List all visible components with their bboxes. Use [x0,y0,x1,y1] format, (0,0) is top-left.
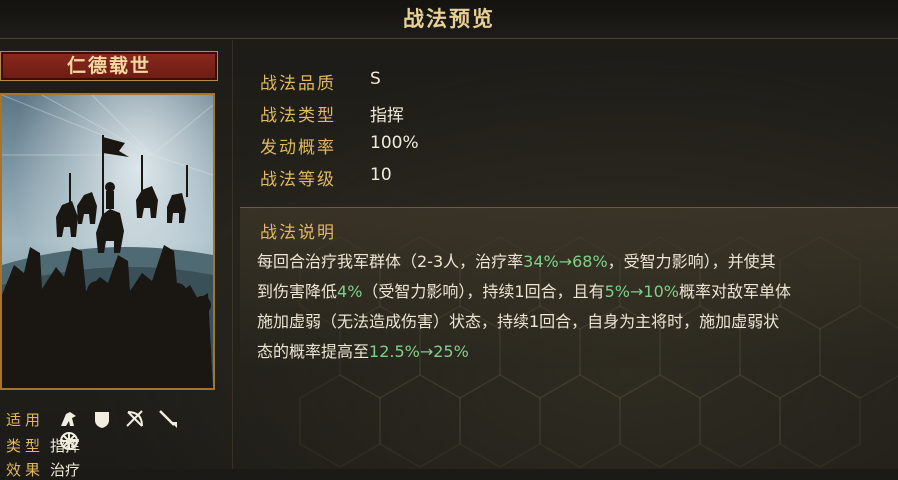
description-line: 施加虚弱（无法造成伤害）状态，持续1回合，自身为主将时，施加虚弱状 [257,308,779,332]
meta-value: 指挥 [50,437,81,455]
card-meta-type: 类型 指挥 [6,435,80,456]
attr-trigger-rate: 发动概率 100% [260,133,419,159]
description-text: （受智力影响），持续1回合，且有 [362,282,605,301]
description-text: 到伤害降低 [257,282,338,301]
meta-key: 类型 [6,437,45,455]
spear-icon [157,408,179,430]
attr-value: S [370,69,381,89]
attr-key: 战法品质 [260,74,336,94]
attr-key: 发动概率 [260,138,336,158]
skill-name-banner: 仁德载世 [0,51,218,81]
troop-type-icons [58,408,198,450]
description-highlight: 4% [337,282,363,301]
card-meta-effect: 效果 治疗 [6,459,80,480]
attr-key: 战法等级 [260,170,336,190]
card-meta-applicable: 适用 [6,409,44,430]
description-highlight: 34%→68% [523,252,608,271]
skill-artwork [0,93,215,390]
attr-key: 战法类型 [260,106,336,126]
description-title: 战法说明 [260,223,336,243]
bow-icon [124,408,146,430]
meta-key: 效果 [6,461,45,479]
description-line: 到伤害降低4%（受智力影响），持续1回合，且有5%→10%概率对敌军单体 [257,278,791,302]
description-text: 每回合治疗我军群体（2-3人，治疗率 [257,252,524,271]
attr-type: 战法类型 指挥 [260,101,404,127]
description-text: ，受智力影响），并使其 [607,252,776,271]
attr-value: 10 [370,165,392,185]
attr-value: 100% [370,133,419,153]
cavalry-icon [58,408,80,430]
description-line: 态的概率提高至12.5%→25% [257,338,469,362]
description-text: 态的概率提高至 [257,342,370,361]
meta-key: 适用 [6,411,45,429]
preview-header: 战法预览 [0,0,898,39]
attr-quality: 战法品质 S [260,69,381,95]
shield-icon [91,408,113,430]
skill-description-box: 战法说明 每回合治疗我军群体（2-3人，治疗率34%→68%，受智力影响），并使… [240,207,898,368]
description-text: 施加虚弱（无法造成伤害）状态，持续1回合，自身为主将时，施加虚弱状 [257,312,780,331]
page-title: 战法预览 [403,6,495,31]
panel-divider [232,40,233,469]
skill-name: 仁德载世 [66,55,151,77]
meta-value: 治疗 [50,461,81,479]
description-text: 概率对敌军单体 [678,282,791,301]
attr-value: 指挥 [370,106,404,126]
description-highlight: 12.5%→25% [369,342,469,361]
attr-level: 战法等级 10 [260,165,392,191]
description-line: 每回合治疗我军群体（2-3人，治疗率34%→68%，受智力影响），并使其 [257,248,776,272]
description-highlight: 5%→10% [604,282,679,301]
